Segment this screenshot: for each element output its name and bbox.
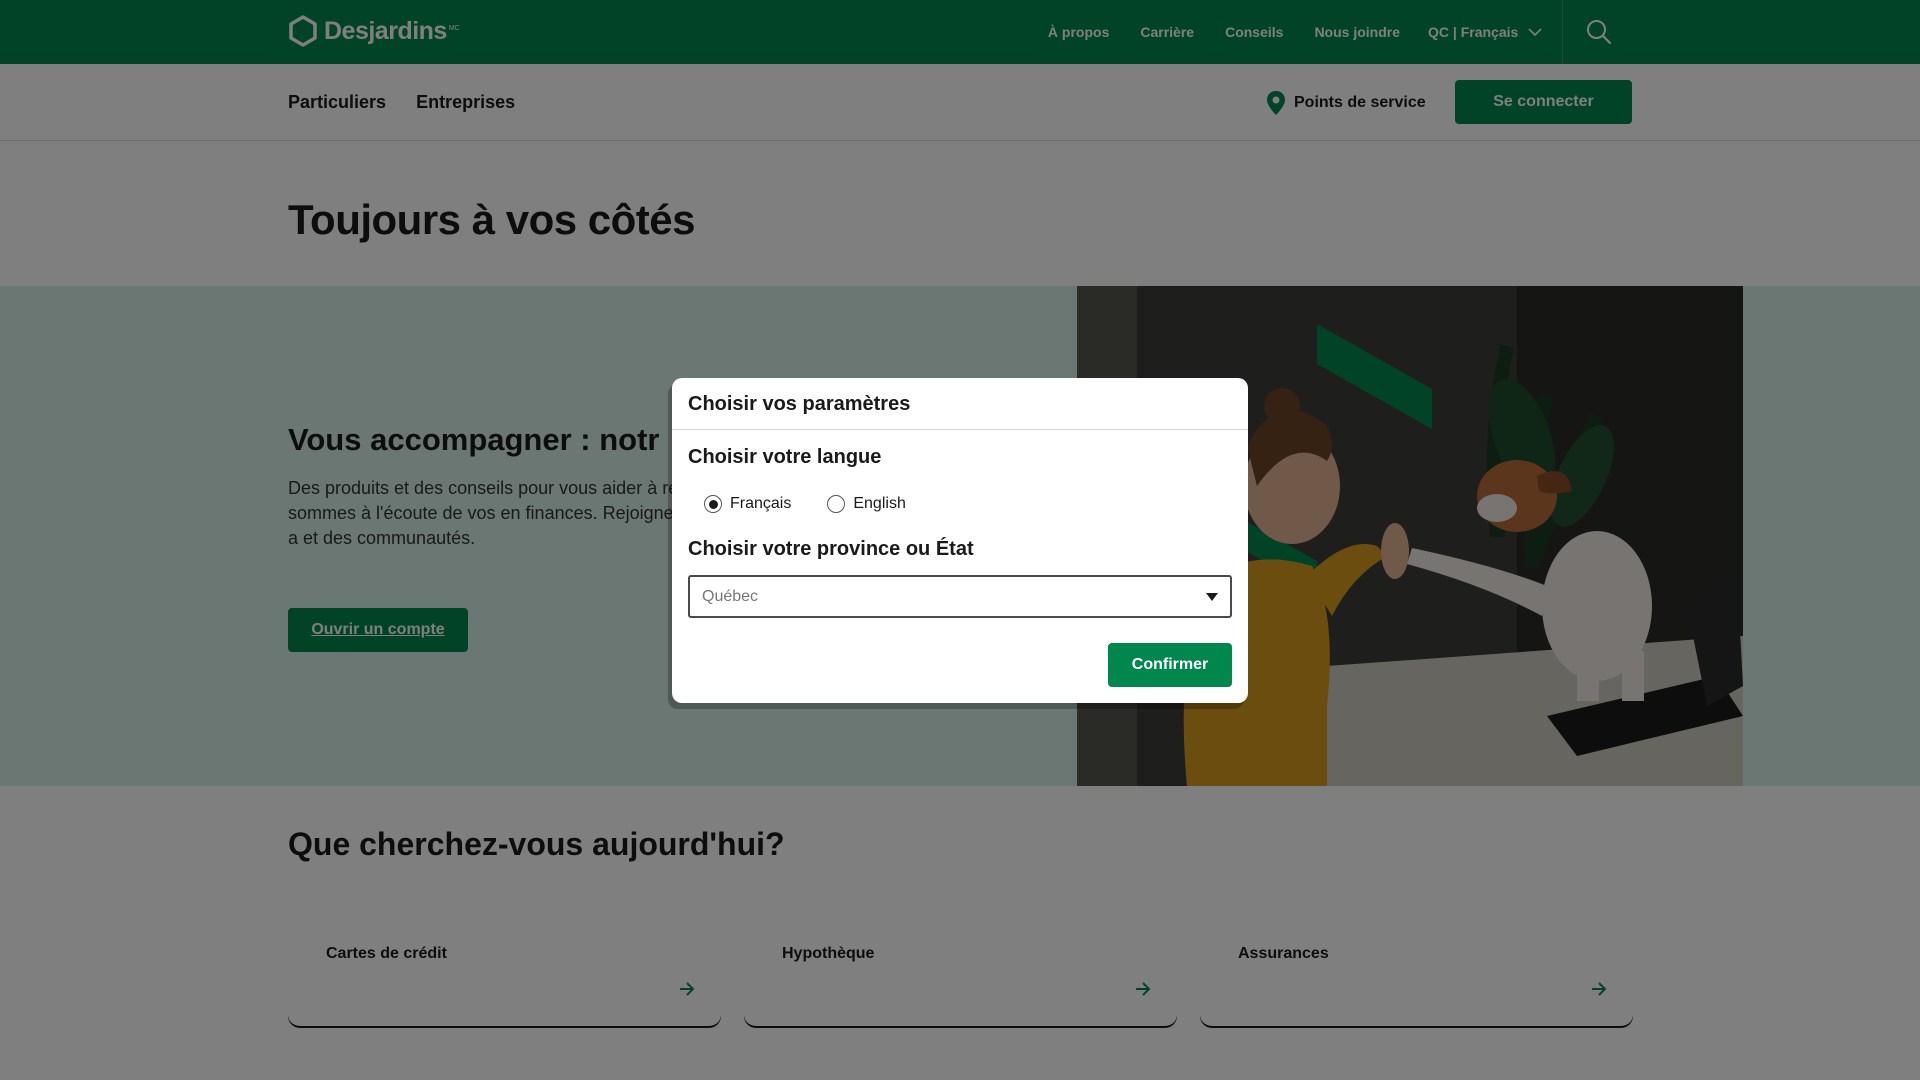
radio-label-english: English <box>853 495 906 512</box>
radio-francais[interactable]: Français <box>704 495 791 513</box>
radio-english[interactable]: English <box>827 495 906 513</box>
language-heading: Choisir votre langue <box>688 446 882 468</box>
province-select-value: Québec <box>702 587 759 605</box>
settings-modal: Choisir vos paramètres Choisir votre lan… <box>672 378 1248 703</box>
radio-label-francais: Français <box>730 495 792 512</box>
province-heading: Choisir votre province ou État <box>688 538 974 560</box>
radio-unchecked-icon <box>827 495 846 513</box>
caret-down-icon <box>1206 592 1218 601</box>
confirm-button[interactable]: Confirmer <box>1108 643 1232 687</box>
language-radio-group: Français English <box>704 495 906 513</box>
province-select[interactable]: Québec <box>688 575 1232 618</box>
radio-checked-icon <box>704 495 722 513</box>
modal-title: Choisir vos paramètres <box>672 378 1248 430</box>
